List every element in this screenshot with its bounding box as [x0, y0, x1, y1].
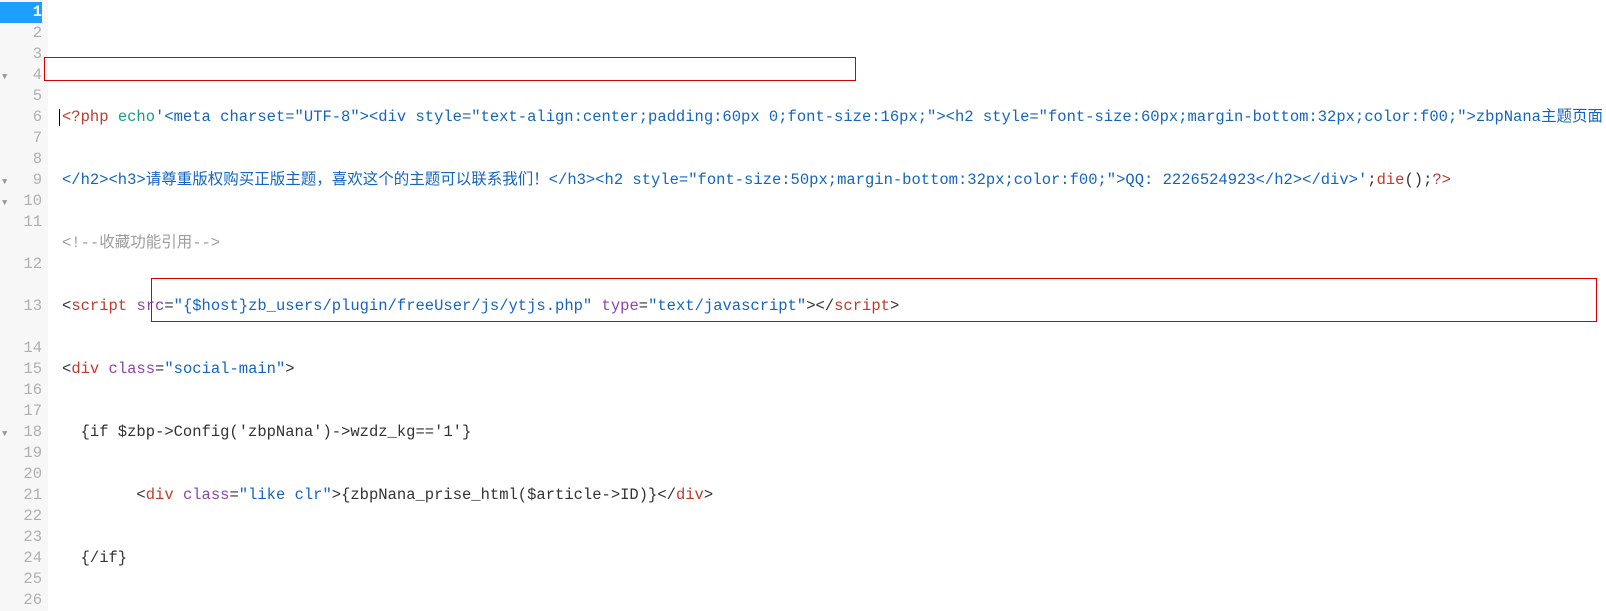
code-line[interactable]: </h2><h3>请尊重版权购买正版主题，喜欢这个的主题可以联系我们！</h3>… [62, 170, 1606, 191]
code-line[interactable]: {if $zbp->Config('zbpNana')->wzdz_kg=='1… [62, 422, 1606, 443]
line-number[interactable]: ▼4 [0, 65, 42, 86]
line-number[interactable]: 22 [0, 506, 42, 527]
line-number[interactable] [0, 275, 42, 296]
line-number[interactable] [0, 233, 42, 254]
line-number[interactable]: ▼10 [0, 191, 42, 212]
code-area[interactable]: <?php echo'<meta charset="UTF-8"><div st… [48, 0, 1606, 611]
line-number-gutter[interactable]: 1 2 3 ▼4 5 6 7 8 ▼9 ▼10 11 12 13 14 15 1… [0, 0, 48, 611]
line-number[interactable] [0, 317, 42, 338]
line-number[interactable]: 5 [0, 86, 42, 107]
fold-icon[interactable]: ▼ [2, 424, 7, 445]
fold-icon[interactable]: ▼ [2, 193, 7, 214]
line-number[interactable]: 12 [0, 254, 42, 275]
line-number[interactable]: 8 [0, 149, 42, 170]
line-number[interactable]: 11 [0, 212, 42, 233]
code-line[interactable]: <!--收藏功能引用--> [62, 233, 1606, 254]
fold-icon[interactable]: ▼ [2, 172, 7, 193]
line-number[interactable]: 13 [0, 296, 42, 317]
line-number[interactable]: 26 [0, 590, 42, 611]
line-number[interactable]: 24 [0, 548, 42, 569]
line-number[interactable]: 17 [0, 401, 42, 422]
line-number[interactable]: 16 [0, 380, 42, 401]
code-editor: 1 2 3 ▼4 5 6 7 8 ▼9 ▼10 11 12 13 14 15 1… [0, 0, 1606, 611]
code-line[interactable]: <div class="like clr">{zbpNana_prise_htm… [62, 485, 1606, 506]
line-number[interactable]: ▼18 [0, 422, 42, 443]
line-number[interactable]: 6 [0, 107, 42, 128]
line-number[interactable]: 20 [0, 464, 42, 485]
line-number[interactable]: 1 [0, 2, 42, 23]
line-number[interactable]: 21 [0, 485, 42, 506]
line-number[interactable]: 25 [0, 569, 42, 590]
highlight-box [44, 57, 856, 81]
code-line[interactable]: <?php echo'<meta charset="UTF-8"><div st… [62, 107, 1606, 128]
code-line[interactable]: <div class="social-main"> [62, 359, 1606, 380]
code-line[interactable]: {/if} [62, 548, 1606, 569]
line-number[interactable]: 3 [0, 44, 42, 65]
line-number[interactable]: 2 [0, 23, 42, 44]
line-number[interactable]: 14 [0, 338, 42, 359]
line-number[interactable]: 19 [0, 443, 42, 464]
line-number[interactable]: 7 [0, 128, 42, 149]
line-number[interactable]: 23 [0, 527, 42, 548]
line-number[interactable]: ▼9 [0, 170, 42, 191]
text-cursor [59, 109, 60, 126]
fold-icon[interactable]: ▼ [2, 67, 7, 88]
line-number[interactable]: 15 [0, 359, 42, 380]
code-line[interactable]: <script src="{$host}zb_users/plugin/free… [62, 296, 1606, 317]
